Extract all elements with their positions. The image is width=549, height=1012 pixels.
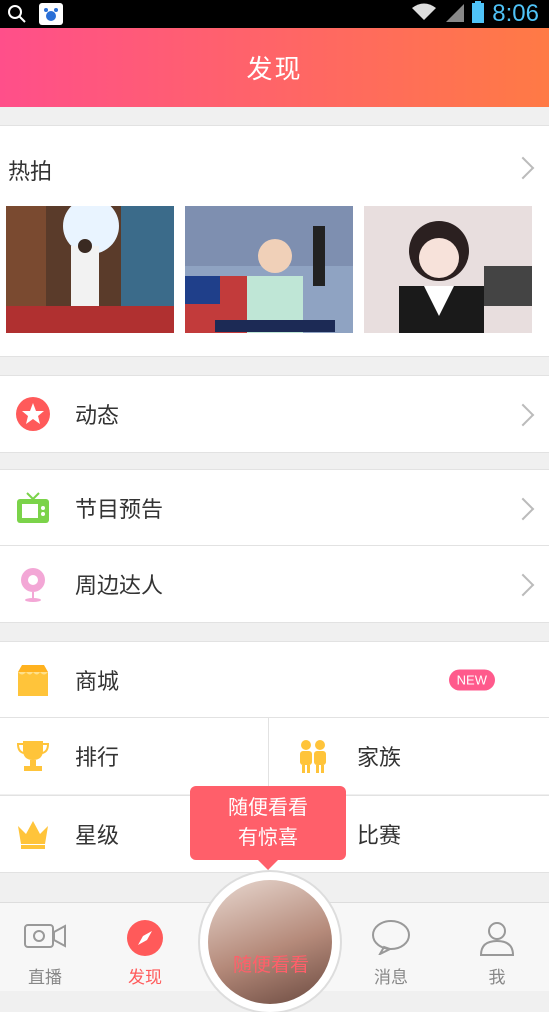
menu-item-ranking[interactable]: 排行: [0, 718, 268, 794]
hot-clips-thumbnails: [6, 206, 532, 333]
chevron-right-icon[interactable]: [511, 156, 535, 180]
tab-label: 发现: [128, 968, 162, 988]
menu-item-program-preview[interactable]: 节目预告: [0, 469, 549, 546]
chat-bubble-icon: [370, 919, 412, 959]
tab-label: 消息: [374, 968, 408, 988]
shop-icon: [15, 662, 51, 698]
family-icon: [295, 738, 331, 774]
hot-clips-section: 热拍: [0, 125, 549, 357]
menu-item-label: 星级: [75, 824, 120, 849]
random-watch-button[interactable]: [200, 872, 340, 1012]
menu-item-mall[interactable]: 商城 NEW: [0, 641, 549, 718]
location-pin-icon: [15, 566, 51, 602]
clock: 8:06: [492, 0, 539, 27]
tab-me[interactable]: 我: [452, 903, 542, 991]
hot-clip-thumbnail-1[interactable]: [6, 206, 174, 333]
menu-item-dynamic[interactable]: 动态: [0, 375, 549, 453]
wifi-icon: [410, 2, 438, 26]
menu-item-label: 家族: [357, 746, 402, 771]
tab-messages[interactable]: 消息: [346, 903, 436, 991]
battery-icon: [472, 1, 485, 27]
menu-item-family[interactable]: 家族: [269, 718, 549, 794]
random-watch-tooltip: 随便看看 有惊喜: [190, 786, 346, 870]
star-icon: [15, 396, 51, 432]
chevron-right-icon: [511, 573, 535, 597]
baidu-app-icon: [38, 2, 64, 30]
crown-icon: [15, 816, 51, 852]
signal-icon: [446, 2, 465, 26]
hot-clip-thumbnail-2[interactable]: [185, 206, 353, 333]
menu-item-label: 周边达人: [75, 574, 164, 599]
tooltip-line-2: 有惊喜: [238, 825, 298, 849]
tooltip-line-1: 随便看看: [228, 795, 308, 819]
menu-item-label: 商城: [75, 670, 120, 695]
page-title: 发现: [246, 55, 303, 85]
user-icon: [478, 919, 516, 961]
hot-clips-title[interactable]: 热拍: [8, 154, 52, 186]
tv-icon: [15, 490, 51, 526]
tab-label: 我: [488, 968, 506, 988]
chevron-right-icon: [511, 497, 535, 521]
menu-item-label: 比赛: [357, 824, 402, 849]
tab-label: 直播: [28, 968, 62, 988]
menu-item-nearby-people[interactable]: 周边达人: [0, 546, 549, 623]
video-camera-icon: [23, 919, 67, 957]
chevron-right-icon: [511, 403, 535, 427]
random-watch-label: 随便看看: [232, 954, 309, 976]
trophy-icon: [15, 738, 51, 774]
hot-clip-thumbnail-3[interactable]: [364, 206, 532, 333]
random-watch-avatar: [208, 880, 332, 1004]
menu-item-label: 动态: [75, 404, 120, 429]
status-bar: 8:06: [0, 0, 549, 28]
search-icon: [6, 3, 28, 29]
compass-icon: [126, 919, 164, 961]
tab-live[interactable]: 直播: [0, 903, 90, 991]
page-header: 发现: [0, 28, 549, 107]
new-badge: NEW: [448, 669, 495, 691]
menu-item-label: 节目预告: [75, 498, 164, 523]
tab-discover[interactable]: 发现: [100, 903, 190, 991]
menu-item-label: 排行: [75, 746, 120, 771]
